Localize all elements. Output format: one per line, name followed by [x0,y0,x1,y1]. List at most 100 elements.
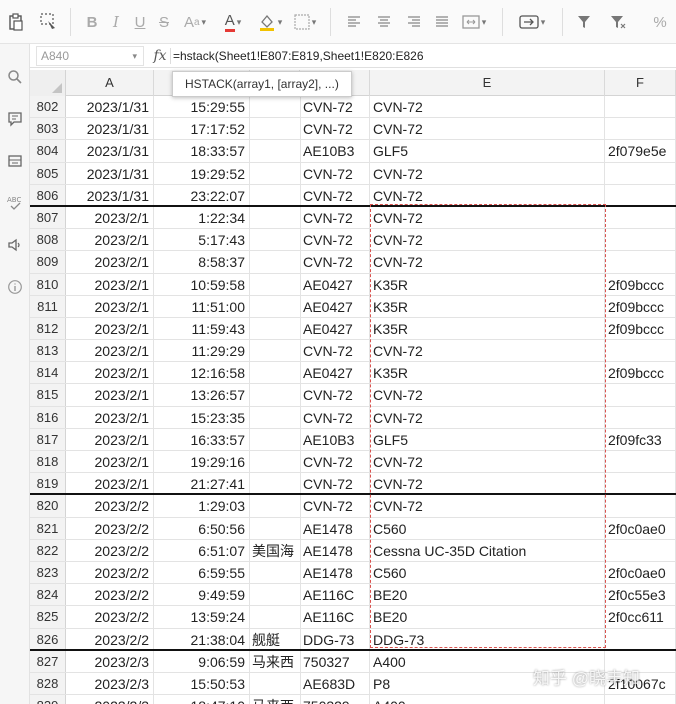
cell-time[interactable]: 18:33:57 [154,140,250,162]
borders-icon[interactable]: ▾ [290,10,320,34]
cell-code[interactable]: AE1478 [300,517,370,539]
select-all-corner[interactable] [30,70,66,96]
cell-note[interactable] [250,118,300,139]
comment-icon[interactable] [4,108,26,130]
fill-color-icon[interactable]: ▾ [254,10,286,34]
cell-hex[interactable] [605,473,676,494]
cell-type[interactable]: CVN-72 [370,206,605,229]
row-header[interactable]: 825 [30,606,66,628]
cell-time[interactable]: 9:06:59 [154,650,250,672]
cell-hex[interactable]: 2f0c55e3 [605,584,676,606]
cell-code[interactable]: CVN-72 [300,451,370,473]
cell-date[interactable]: 2023/2/3 [66,695,154,704]
cell-date[interactable]: 2023/2/1 [66,428,154,450]
cell-note[interactable] [250,429,300,450]
table-view-icon[interactable] [4,150,26,172]
function-icon[interactable]: fx [150,46,170,66]
cell-date[interactable]: 2023/2/2 [66,495,154,517]
cell-note[interactable] [250,207,300,228]
cell-type[interactable]: C560 [370,517,605,539]
cell-time[interactable]: 10:59:58 [154,273,250,295]
cell-type[interactable]: C560 [370,561,605,584]
cell-code[interactable]: AE0427 [300,362,370,384]
cell-hex[interactable] [605,340,676,362]
cell-date[interactable]: 2023/2/2 [66,517,154,539]
cell-code[interactable]: AE0427 [300,273,370,295]
cell-time[interactable]: 1:22:34 [154,206,250,229]
cell-hex[interactable] [605,539,676,561]
cell-code[interactable]: AE116C [300,584,370,606]
cell-hex[interactable] [605,184,676,205]
cell-note[interactable] [250,362,300,383]
name-box[interactable]: A840 ▾ [36,46,144,66]
cell-note[interactable] [250,340,300,361]
cell-code[interactable]: 750327 [300,650,370,672]
row-header[interactable]: 814 [30,362,66,384]
row-header[interactable]: 809 [30,251,66,273]
cell-date[interactable]: 2023/2/1 [66,473,154,494]
cell-note[interactable] [250,296,300,317]
row-header[interactable]: 804 [30,140,66,162]
cell-time[interactable]: 13:59:24 [154,606,250,628]
cell-code[interactable]: AE0427 [300,317,370,340]
row-header[interactable]: 829 [30,695,66,704]
cell-date[interactable]: 2023/2/1 [66,295,154,317]
cell-time[interactable]: 11:29:29 [154,340,250,362]
paste-icon[interactable] [6,10,26,34]
speaker-icon[interactable] [4,234,26,256]
row-header[interactable]: 810 [30,273,66,295]
cell-date[interactable]: 2023/2/1 [66,273,154,295]
cell-hex[interactable] [605,406,676,428]
italic-icon[interactable]: I [108,10,124,34]
cell-date[interactable]: 2023/2/2 [66,606,154,628]
cell-note[interactable] [250,451,300,472]
row-header[interactable]: 813 [30,340,66,362]
row-header[interactable]: 828 [30,672,66,695]
cell-hex[interactable]: 2f079e5e [605,140,676,162]
cell-hex[interactable] [605,451,676,473]
row-header[interactable]: 808 [30,229,66,251]
cell-time[interactable]: 19:29:52 [154,162,250,184]
cell-note[interactable] [250,562,300,583]
cell-type[interactable]: A400 [370,695,605,704]
cell-code[interactable]: CVN-72 [300,384,370,406]
cell-hex[interactable] [605,695,676,704]
cell-note[interactable] [250,584,300,605]
cell-note[interactable] [250,518,300,539]
cell-hex[interactable] [605,495,676,517]
cell-note[interactable]: 舰艇 [250,629,300,649]
underline-icon[interactable]: U [132,10,148,34]
font-size-icon[interactable]: Aa ▾ [180,10,210,34]
cell-time[interactable]: 8:58:37 [154,251,250,273]
cell-note[interactable]: 马来西 [250,695,300,704]
cell-hex[interactable] [605,251,676,273]
cell-date[interactable]: 2023/2/1 [66,317,154,340]
cell-time[interactable]: 15:29:55 [154,96,250,118]
cell-type[interactable]: BE20 [370,584,605,606]
bold-icon[interactable]: B [84,10,100,34]
cell-hex[interactable]: 2f09bccc [605,295,676,317]
cell-type[interactable]: CVN-72 [370,495,605,517]
row-header[interactable]: 816 [30,406,66,428]
cell-date[interactable]: 2023/2/1 [66,406,154,428]
align-right-icon[interactable] [404,10,424,34]
cell-type[interactable]: CVN-72 [370,229,605,251]
cell-code[interactable]: DDG-73 [300,628,370,649]
cell-type[interactable]: K35R [370,273,605,295]
format-painter-icon[interactable] [38,10,60,34]
row-header[interactable]: 815 [30,384,66,406]
cell-note[interactable] [250,140,300,161]
cell-time[interactable]: 11:59:43 [154,317,250,340]
cell-hex[interactable]: 2f09bccc [605,273,676,295]
cell-time[interactable]: 6:50:56 [154,517,250,539]
cell-hex[interactable]: 2f0c0ae0 [605,561,676,584]
cell-note[interactable] [250,185,300,205]
row-header[interactable]: 817 [30,428,66,450]
cell-hex[interactable]: 2f09bccc [605,317,676,340]
cell-type[interactable]: CVN-72 [370,162,605,184]
cell-type[interactable]: CVN-72 [370,406,605,428]
cell-time[interactable]: 12:16:58 [154,362,250,384]
row-header[interactable]: 823 [30,561,66,584]
cell-type[interactable]: Cessna UC-35D Citation [370,539,605,561]
cell-code[interactable]: CVN-72 [300,473,370,494]
